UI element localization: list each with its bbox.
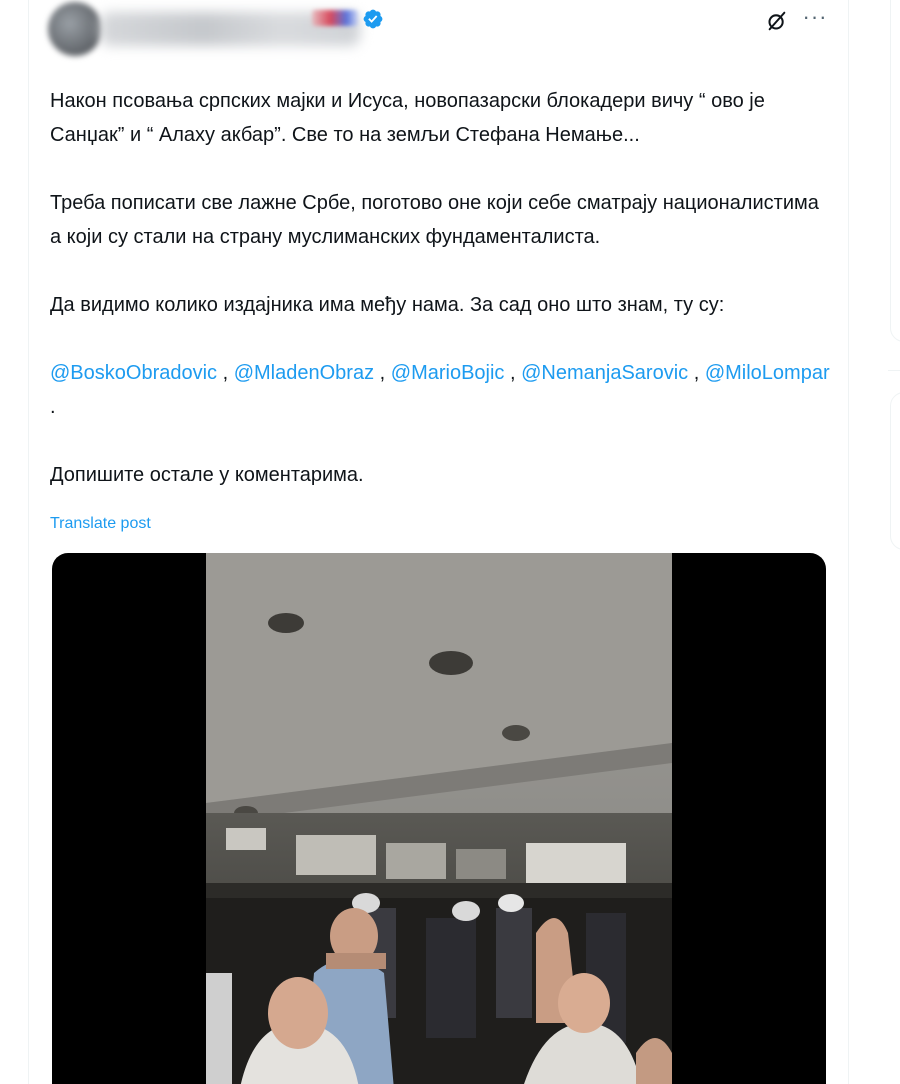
translate-post-link[interactable]: Translate post (50, 513, 151, 535)
sidebar-card-bottom (890, 392, 900, 550)
mention-link[interactable]: @NemanjaSarovic (521, 362, 688, 384)
mention-separator: , (374, 362, 391, 384)
video-player[interactable] (52, 553, 826, 1084)
post-paragraph-5: Допишите остале у коментарима. (50, 464, 364, 486)
mention-separator: , (688, 362, 705, 384)
grok-icon[interactable] (766, 10, 788, 32)
sidebar-card-top (890, 0, 900, 342)
more-options-icon[interactable]: ··· (800, 6, 830, 32)
author-name-flag-obscured (312, 10, 358, 26)
video-still-image (206, 553, 672, 1084)
mention-link[interactable]: @MarioBojic (391, 362, 505, 384)
column-border-left (28, 0, 29, 1084)
post-paragraph-2: Треба пописати све лажне Србе, поготово … (50, 192, 819, 248)
post-text: Након псовања српских мајки и Исуса, нов… (50, 84, 830, 492)
column-border-right (848, 0, 849, 1084)
mention-separator: , (504, 362, 522, 384)
mention-separator: , (217, 362, 234, 384)
post-paragraph-3: Да видимо колико издајника има међу нама… (50, 294, 725, 316)
mention-link[interactable]: @MladenObraz (234, 362, 374, 384)
mention-end: . (50, 396, 56, 418)
avatar[interactable] (48, 2, 102, 56)
mention-link[interactable]: @MiloLompar (705, 362, 830, 384)
post-mentions: @BoskoObradovic , @MladenObraz , @MarioB… (50, 356, 830, 424)
post-header: ··· (44, 0, 834, 60)
page: ··· Након псовања српских мајки и Исуса,… (0, 0, 900, 1084)
mention-link[interactable]: @BoskoObradovic (50, 362, 217, 384)
post-paragraph-1: Након псовања српских мајки и Исуса, нов… (50, 90, 765, 146)
verified-badge-icon (363, 9, 383, 29)
sidebar-divider (888, 370, 900, 371)
video-frame (206, 553, 672, 1084)
